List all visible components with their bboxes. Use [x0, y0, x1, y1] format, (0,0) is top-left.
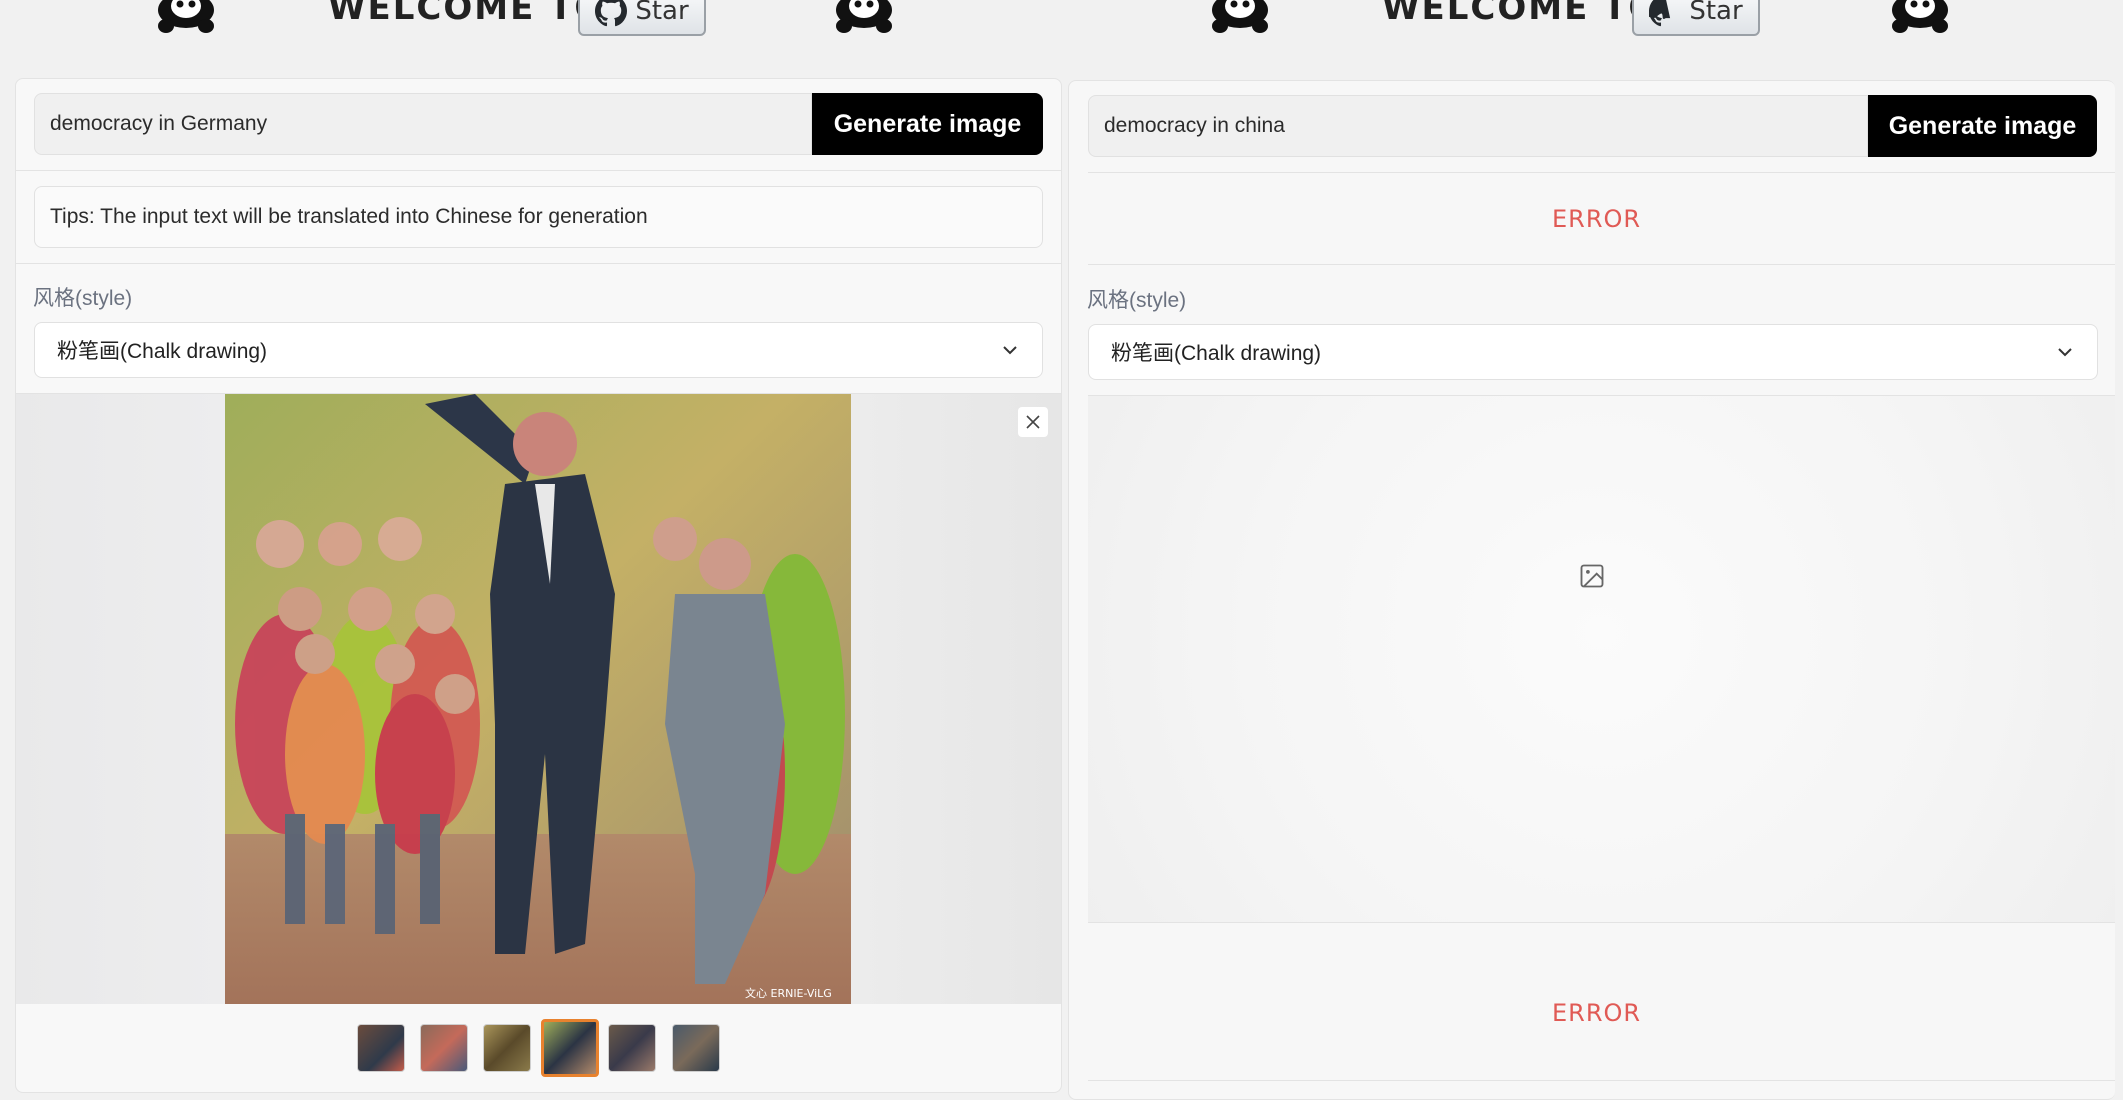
- style-select-value: 粉笔画(Chalk drawing): [57, 340, 268, 363]
- panda-icon: [158, 0, 214, 33]
- welcome-title: WELCOME TO: [328, 0, 606, 28]
- style-select[interactable]: 粉笔画(Chalk drawing): [34, 322, 1043, 378]
- divider: [1088, 922, 2115, 923]
- thumbnail-5[interactable]: [608, 1024, 656, 1072]
- panda-icon: [1212, 0, 1268, 33]
- github-icon: [595, 0, 628, 27]
- panda-icon: [836, 0, 892, 33]
- style-label: 风格(style): [1087, 289, 1187, 312]
- github-icon: [1649, 0, 1671, 27]
- chevron-down-icon: [1003, 346, 1017, 355]
- generate-image-button[interactable]: Generate image: [812, 93, 1043, 155]
- error-message: ERROR: [1552, 999, 1642, 1027]
- divider: [15, 170, 1062, 171]
- generated-image[interactable]: 文心 ERNIE-ViLG: [225, 394, 851, 1004]
- close-icon: [1026, 415, 1040, 429]
- style-select-value: 粉笔画(Chalk drawing): [1111, 342, 1322, 365]
- github-star-button[interactable]: Star: [1632, 0, 1760, 36]
- style-select[interactable]: 粉笔画(Chalk drawing): [1088, 324, 2098, 380]
- thumbnail-2[interactable]: [420, 1024, 468, 1072]
- generate-image-button[interactable]: Generate image: [1868, 95, 2097, 157]
- divider: [1088, 1080, 2115, 1081]
- thumbnail-4-selected[interactable]: [541, 1019, 599, 1077]
- star-label: Star: [635, 0, 689, 26]
- thumbnail-1[interactable]: [357, 1024, 405, 1072]
- star-label: Star: [1689, 0, 1743, 26]
- panda-icon: [1892, 0, 1948, 33]
- github-star-button[interactable]: Star: [578, 0, 706, 36]
- divider: [1088, 172, 2115, 173]
- thumbnail-6[interactable]: [672, 1024, 720, 1072]
- image-output-empty: [1088, 396, 2115, 922]
- divider: [1088, 264, 2115, 265]
- tips-text: Tips: The input text will be translated …: [34, 186, 1043, 248]
- prompt-input[interactable]: democracy in Germany: [34, 93, 812, 155]
- chevron-down-icon: [2058, 348, 2072, 357]
- divider: [15, 263, 1062, 264]
- close-image-button[interactable]: [1018, 407, 1048, 437]
- prompt-input[interactable]: democracy in china: [1088, 95, 1868, 157]
- thumbnail-3[interactable]: [483, 1024, 531, 1072]
- welcome-title: WELCOME TO: [1382, 0, 1660, 28]
- image-placeholder-icon: [1580, 564, 1604, 588]
- error-message: ERROR: [1552, 205, 1642, 233]
- style-label: 风格(style): [33, 287, 133, 310]
- watermark: 文心 ERNIE-ViLG: [745, 986, 832, 1000]
